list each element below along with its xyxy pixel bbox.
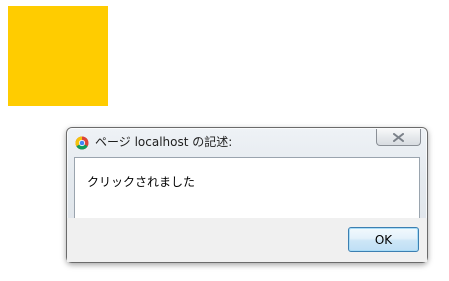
alert-dialog: ページ localhost の記述: クリックされました OK [66,127,428,263]
dialog-title: ページ localhost の記述: [95,135,233,149]
close-icon [393,132,404,142]
dialog-titlebar[interactable]: ページ localhost の記述: [67,128,427,156]
page: ページ localhost の記述: クリックされました OK [0,0,449,281]
ok-button[interactable]: OK [348,227,419,252]
dialog-footer: OK [67,218,427,262]
close-button[interactable] [376,129,421,146]
dialog-message: クリックされました [87,175,196,189]
chrome-icon [75,135,89,150]
yellow-box [8,6,108,106]
